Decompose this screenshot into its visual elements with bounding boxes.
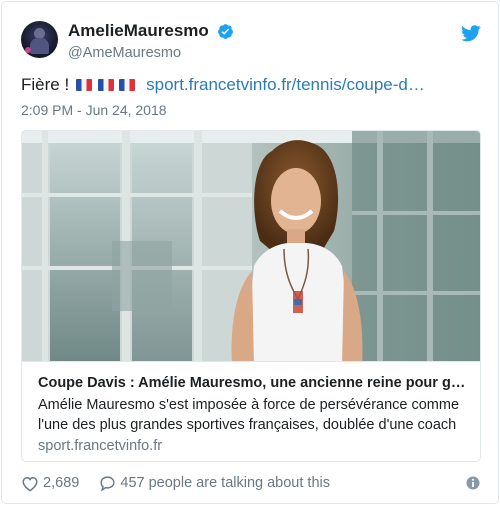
link-card[interactable]: Coupe Davis : Amélie Mauresmo, une ancie… [21,130,481,462]
card-description: Amélie Mauresmo s'est imposée à force de… [38,397,460,433]
heart-icon[interactable] [21,475,39,492]
handle[interactable]: @AmeMauresmo [68,44,234,62]
comment-bubble-icon[interactable] [99,475,116,492]
author-block[interactable]: AmelieMauresmo @AmeMauresmo [68,20,234,62]
card-domain: sport.francetvinfo.fr [38,438,163,454]
twitter-bird-icon[interactable] [461,25,481,42]
flag-group [75,79,136,101]
info-icon[interactable] [466,476,480,490]
french-flag-icon [119,79,136,91]
action-bar: 2,689 457 people are talking about this [21,474,330,492]
like-count[interactable]: 2,689 [43,474,79,492]
photo-amelie-mauresmo[interactable] [22,131,480,361]
card-body[interactable]: Coupe Davis : Amélie Mauresmo, une ancie… [22,361,480,461]
tweet-link[interactable]: sport.francetvinfo.fr/tennis/coupe-d… [146,75,425,94]
card-title[interactable]: Coupe Davis : Amélie Mauresmo, une ancie… [38,374,470,393]
display-name[interactable]: AmelieMauresmo [68,20,209,42]
talking-count[interactable]: 457 people are talking about this [120,474,330,492]
avatar[interactable] [21,21,58,58]
card-photo [22,131,480,361]
tweet-body: Fière ! [21,75,70,94]
tweet-text: Fière ! sport.francetvinfo.fr/tennis/cou… [21,74,425,101]
verified-badge-icon [218,24,234,39]
french-flag-icon [75,79,92,91]
french-flag-icon [97,79,114,91]
embedded-tweet: AmelieMauresmo @AmeMauresmo Fière ! spor… [1,1,499,504]
timestamp[interactable]: 2:09 PM - Jun 24, 2018 [21,101,167,119]
